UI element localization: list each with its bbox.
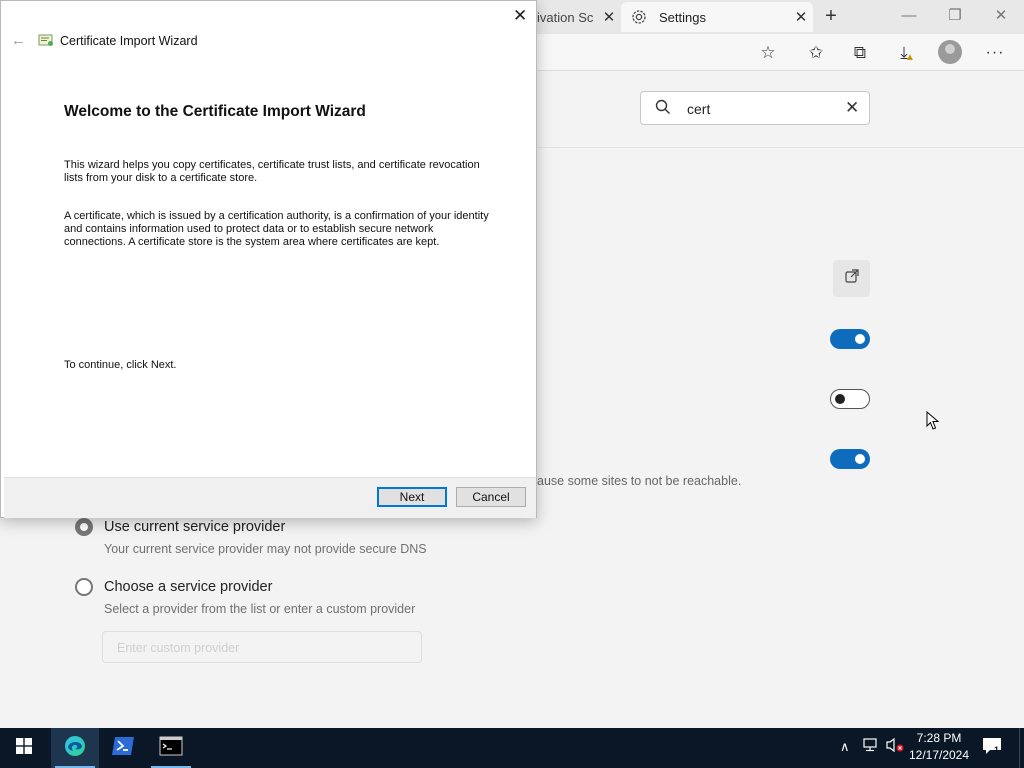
taskbar-clock[interactable]: 7:28 PM 12/17/2024: [906, 730, 972, 764]
profile-avatar[interactable]: [938, 40, 962, 64]
person-icon: [945, 44, 955, 54]
wizard-intro-paragraph: This wizard helps you copy certificates,…: [64, 159, 480, 185]
wizard-title: Certificate Import Wizard: [60, 34, 198, 48]
text-line: connections. A certificate store is the …: [64, 236, 440, 248]
custom-provider-input[interactable]: [115, 638, 409, 658]
text-line: and contains information used to protect…: [64, 223, 434, 235]
show-hidden-icons-chevron-icon[interactable]: ∧: [840, 739, 850, 755]
open-in-new-icon: [844, 268, 860, 289]
toggle-knob: [855, 334, 865, 344]
tab-close-icon[interactable]: ✕: [793, 8, 809, 26]
search-input[interactable]: [685, 98, 839, 120]
start-button[interactable]: [0, 728, 48, 768]
volume-muted-icon[interactable]: [885, 737, 905, 756]
tab-label: ivation Sc: [537, 9, 594, 25]
more-icon: ···: [985, 44, 1005, 61]
toggle-knob: [855, 454, 865, 464]
setting-toggle-1[interactable]: [830, 329, 870, 349]
network-icon[interactable]: [862, 737, 880, 756]
close-dialog-icon[interactable]: ✕: [513, 6, 527, 26]
search-icon: [655, 99, 671, 120]
text-line: lists from your disk to a certificate st…: [64, 172, 258, 184]
favorites-icon: ✩: [808, 43, 824, 62]
text-line: This wizard helps you copy certificates,…: [64, 159, 480, 171]
option-subtitle: Your current service provider may not pr…: [104, 542, 427, 556]
settings-search-box[interactable]: ✕: [640, 91, 870, 125]
favorites-button[interactable]: ✩: [803, 40, 829, 66]
close-icon: ✕: [994, 7, 1008, 24]
certificate-import-wizard: ← Certificate Import Wizard ✕ Welcome to…: [0, 0, 537, 518]
notification-count: 1: [994, 745, 1000, 755]
back-arrow-icon[interactable]: ←: [11, 32, 26, 49]
custom-provider-field[interactable]: [102, 631, 422, 663]
edge-icon: [63, 734, 87, 763]
collections-button[interactable]: ⧉: [847, 40, 873, 66]
minimize-button[interactable]: —: [886, 0, 932, 30]
setting-toggle-2[interactable]: [830, 389, 870, 409]
option-title: Use current service provider: [104, 519, 286, 535]
secure-dns-description: ause some sites to not be reachable.: [537, 474, 742, 488]
action-center-button[interactable]: 1: [982, 737, 1004, 759]
radio-current-provider[interactable]: [75, 518, 93, 536]
mouse-cursor-icon: [926, 410, 940, 436]
taskbar-edge[interactable]: [51, 728, 99, 768]
collections-icon: ⧉: [853, 43, 867, 62]
minimize-icon: —: [901, 6, 917, 24]
option-title: Choose a service provider: [104, 579, 273, 595]
wizard-heading: Welcome to the Certificate Import Wizard: [64, 103, 366, 120]
cancel-button[interactable]: Cancel: [456, 487, 526, 507]
clock-time: 7:28 PM: [916, 731, 962, 745]
star-plus-icon: ☆: [760, 43, 776, 62]
clear-search-icon[interactable]: ✕: [845, 98, 859, 118]
wizard-description-paragraph: A certificate, which is issued by a cert…: [64, 210, 489, 249]
tab-label: Settings: [659, 9, 706, 25]
windows-logo-icon: [16, 737, 32, 759]
secure-dns-toggle[interactable]: [830, 449, 870, 469]
settings-and-more-button[interactable]: ···: [982, 40, 1008, 66]
downloads-button[interactable]: ⤓ ▲: [891, 40, 917, 66]
close-window-button[interactable]: ✕: [978, 0, 1024, 30]
open-external-button[interactable]: [833, 260, 870, 297]
option-subtitle: Select a provider from the list or enter…: [104, 602, 416, 616]
continue-instruction: To continue, click Next.: [64, 359, 177, 371]
radio-choose-provider[interactable]: [75, 578, 93, 596]
taskbar-command-prompt[interactable]: [147, 728, 195, 768]
restore-icon: ❐: [948, 7, 962, 24]
certificate-icon: [38, 33, 55, 53]
tab-close-icon[interactable]: ✕: [601, 8, 617, 26]
show-desktop-button[interactable]: [1019, 728, 1024, 768]
powershell-icon: [111, 735, 135, 762]
new-tab-button[interactable]: +: [820, 5, 842, 27]
tab-activation[interactable]: ivation Sc ✕: [537, 2, 619, 32]
text-line: A certificate, which is issued by a cert…: [64, 210, 489, 222]
taskbar-powershell[interactable]: [99, 728, 147, 768]
clock-date: 12/17/2024: [908, 748, 970, 762]
tab-settings[interactable]: Settings ✕: [621, 2, 813, 32]
plus-icon: +: [825, 4, 837, 27]
toggle-knob: [835, 394, 845, 404]
command-prompt-icon: [159, 736, 183, 761]
next-button[interactable]: Next: [377, 487, 447, 507]
add-favorite-button[interactable]: ☆: [755, 40, 781, 66]
gear-icon: [631, 9, 649, 25]
warning-icon: ▲: [905, 52, 915, 63]
restore-button[interactable]: ❐: [932, 0, 978, 30]
